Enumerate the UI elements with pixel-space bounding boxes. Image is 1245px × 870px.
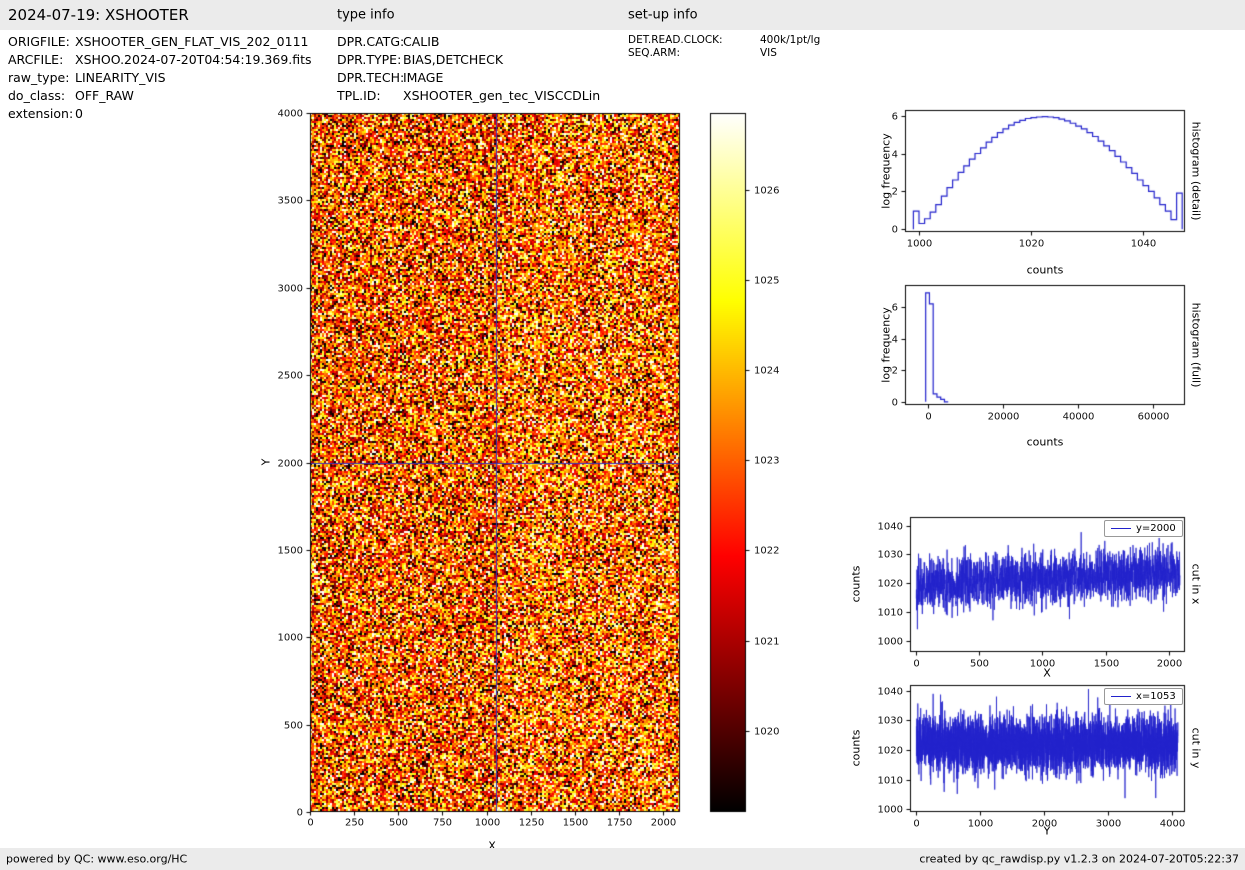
- file-info-block: ORIGFILE: XSHOOTER_GEN_FLAT_VIS_202_0111…: [8, 33, 312, 123]
- cut-in-x-x-axis-label: X: [1043, 666, 1051, 680]
- tpl-id-row: TPL.ID: XSHOOTER_gen_tec_VISCCDLin: [337, 87, 600, 105]
- cut-in-y-legend-label: x=1053: [1136, 691, 1176, 702]
- setup-info-heading: set-up info: [628, 7, 698, 23]
- cut-in-x-side-label: cut in x: [1189, 563, 1203, 605]
- legend-line-icon: [1111, 696, 1131, 697]
- dpr-tech-row: DPR.TECH: IMAGE: [337, 69, 600, 87]
- dpr-catg-row: DPR.CATG: CALIB: [337, 33, 600, 51]
- hist-detail-side-label: histogram (detail): [1189, 121, 1203, 221]
- dpr-type-row: DPR.TYPE: BIAS,DETCHECK: [337, 51, 600, 69]
- origfile-label: ORIGFILE:: [8, 34, 70, 49]
- seq-arm-value: VIS: [760, 47, 777, 59]
- dpr-catg-value: CALIB: [403, 34, 440, 49]
- do-class-label: do_class:: [8, 88, 66, 103]
- hist-detail-x-axis-label: counts: [1026, 263, 1064, 277]
- arcfile-label: ARCFILE:: [8, 52, 64, 67]
- dpr-type-label: DPR.TYPE:: [337, 52, 402, 67]
- footer-bar: powered by QC: www.eso.org/HC created by…: [0, 848, 1245, 870]
- det-read-clock-label: DET.READ.CLOCK:: [628, 34, 723, 46]
- legend-line-icon: [1111, 528, 1131, 529]
- arcfile-row: ARCFILE: XSHOO.2024-07-20T04:54:19.369.f…: [8, 51, 312, 69]
- tpl-id-value: XSHOOTER_gen_tec_VISCCDLin: [403, 88, 601, 103]
- seq-arm-label: SEQ.ARM:: [628, 47, 680, 59]
- dpr-type-value: BIAS,DETCHECK: [403, 52, 504, 67]
- header-bar: 2024-07-19: XSHOOTER type info set-up in…: [0, 0, 1245, 30]
- raw-type-label: raw_type:: [8, 70, 70, 85]
- cut-in-x-legend-label: y=2000: [1136, 523, 1176, 534]
- setup-info-block: DET.READ.CLOCK: 400k/1pt/lg SEQ.ARM: VIS: [628, 34, 820, 60]
- qc-report-page: 2024-07-19: XSHOOTER type info set-up in…: [0, 0, 1245, 870]
- do-class-row: do_class: OFF_RAW: [8, 87, 312, 105]
- image-y-axis-label: Y: [259, 458, 273, 466]
- cut-in-y-x-axis-label: Y: [1043, 824, 1051, 838]
- dpr-catg-label: DPR.CATG:: [337, 34, 405, 49]
- footer-powered-by: powered by QC: www.eso.org/HC: [6, 852, 188, 866]
- raw-type-row: raw_type: LINEARITY_VIS: [8, 69, 312, 87]
- dpr-tech-value: IMAGE: [403, 70, 444, 85]
- extension-row: extension: 0: [8, 105, 312, 123]
- hist-full-x-axis-label: counts: [1026, 435, 1064, 449]
- origfile-value: XSHOOTER_GEN_FLAT_VIS_202_0111: [75, 34, 309, 49]
- det-read-clock-row: DET.READ.CLOCK: 400k/1pt/lg: [628, 34, 820, 47]
- page-title: 2024-07-19: XSHOOTER: [8, 6, 189, 24]
- cut-in-y-side-label: cut in y: [1189, 727, 1203, 769]
- arcfile-value: XSHOO.2024-07-20T04:54:19.369.fits: [75, 52, 312, 67]
- origfile-row: ORIGFILE: XSHOOTER_GEN_FLAT_VIS_202_0111: [8, 33, 312, 51]
- extension-value: 0: [75, 106, 83, 121]
- hist-full-side-label: histogram (full): [1189, 302, 1203, 388]
- cut-in-x-legend: y=2000: [1104, 520, 1183, 537]
- dpr-tech-label: DPR.TECH:: [337, 70, 405, 85]
- cut-in-y-y-axis-label: counts: [849, 729, 863, 767]
- extension-label: extension:: [8, 106, 74, 121]
- hist-detail-y-axis-label: log frequency: [879, 133, 893, 209]
- tpl-id-label: TPL.ID:: [337, 88, 381, 103]
- hist-full-y-axis-label: log frequency: [879, 307, 893, 383]
- cut-in-x-y-axis-label: counts: [849, 565, 863, 603]
- raw-type-value: LINEARITY_VIS: [75, 70, 166, 85]
- type-info-heading: type info: [337, 7, 395, 23]
- type-info-block: DPR.CATG: CALIB DPR.TYPE: BIAS,DETCHECK …: [337, 33, 600, 105]
- det-read-clock-value: 400k/1pt/lg: [760, 34, 821, 46]
- footer-created-by: created by qc_rawdisp.py v1.2.3 on 2024-…: [919, 852, 1239, 866]
- do-class-value: OFF_RAW: [75, 88, 134, 103]
- cut-in-y-legend: x=1053: [1104, 688, 1183, 705]
- seq-arm-row: SEQ.ARM: VIS: [628, 47, 820, 60]
